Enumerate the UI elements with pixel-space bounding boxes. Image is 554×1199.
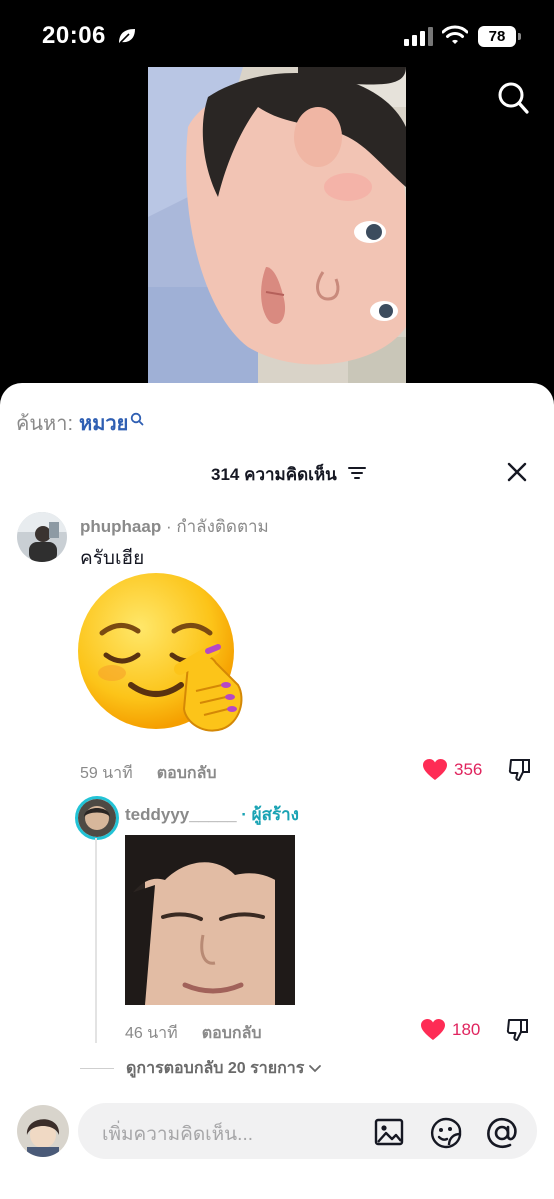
reply-time: 46 นาที bbox=[125, 1025, 178, 1042]
wifi-icon bbox=[442, 25, 468, 44]
reply-button[interactable]: ตอบกลับ bbox=[202, 1025, 262, 1042]
username-text[interactable]: phuphaap bbox=[80, 517, 161, 536]
image-icon[interactable] bbox=[374, 1117, 404, 1147]
reply-avatar[interactable] bbox=[75, 796, 119, 840]
related-search-term[interactable]: หมวย bbox=[79, 407, 128, 439]
creator-tag: · ผู้สร้าง bbox=[236, 805, 299, 824]
reply-username[interactable]: teddyyy_____ · ผู้สร้าง bbox=[125, 801, 299, 828]
avatar[interactable] bbox=[17, 512, 67, 562]
mention-icon[interactable] bbox=[486, 1117, 518, 1149]
close-icon[interactable] bbox=[506, 461, 528, 483]
filter-icon[interactable] bbox=[348, 466, 366, 480]
avatar-image bbox=[78, 799, 116, 837]
comments-sheet: ค้นหา: หมวย 314 ความคิดเห็น phuphaap · ก… bbox=[0, 383, 554, 1199]
related-search-label: ค้นหา: bbox=[16, 413, 74, 435]
comment-time: 59 นาที bbox=[80, 765, 133, 782]
comments-header: 314 ความคิดเห็น bbox=[0, 457, 554, 487]
view-replies-label[interactable]: ดูการตอบกลับ 20 รายการ bbox=[126, 1056, 304, 1081]
sticker-icon[interactable] bbox=[430, 1117, 462, 1149]
battery-indicator: 78 bbox=[478, 26, 521, 47]
comment-input-bar: เพิ่มความคิดเห็น... bbox=[0, 1095, 554, 1175]
like-count: 356 bbox=[454, 759, 483, 779]
comments-count: 314 ความคิดเห็น bbox=[211, 465, 337, 484]
thread-line bbox=[95, 838, 97, 1043]
related-search[interactable]: ค้นหา: หมวย bbox=[16, 407, 144, 439]
reply-meta: 46 นาที ตอบกลับ bbox=[125, 1021, 262, 1046]
relieved-emoji-sticker bbox=[78, 573, 243, 732]
username-text[interactable]: teddyyy_____ bbox=[125, 805, 237, 824]
leaf-icon bbox=[119, 29, 135, 44]
avatar-image bbox=[17, 512, 67, 562]
reply-button[interactable]: ตอบกลับ bbox=[157, 765, 217, 782]
like-button[interactable]: 356 bbox=[422, 758, 482, 781]
dislike-icon[interactable] bbox=[506, 1017, 530, 1043]
status-time: 20:06 bbox=[42, 22, 106, 49]
video-player[interactable] bbox=[148, 67, 406, 385]
view-replies-button[interactable]: ดูการตอบกลับ 20 รายการ bbox=[80, 1056, 322, 1081]
comment-input[interactable]: เพิ่มความคิดเห็น... bbox=[78, 1103, 537, 1159]
comment-meta: 59 นาที ตอบกลับ bbox=[80, 761, 217, 786]
divider bbox=[80, 1068, 114, 1069]
search-icon bbox=[131, 412, 144, 426]
heart-icon bbox=[421, 1019, 445, 1040]
heart-icon bbox=[423, 759, 447, 780]
my-avatar[interactable] bbox=[17, 1105, 69, 1157]
status-bar: 20:06 78 bbox=[0, 0, 554, 70]
like-count: 180 bbox=[452, 1019, 481, 1039]
search-icon[interactable] bbox=[496, 80, 530, 116]
dislike-icon[interactable] bbox=[508, 757, 532, 783]
following-tag: · กำลังติดตาม bbox=[161, 517, 269, 536]
comment-input-placeholder: เพิ่มความคิดเห็น... bbox=[102, 1124, 254, 1145]
comment-username[interactable]: phuphaap · กำลังติดตาม bbox=[80, 513, 269, 540]
avatar-image bbox=[17, 1105, 69, 1157]
like-button[interactable]: 180 bbox=[420, 1018, 480, 1041]
signal-icon bbox=[404, 27, 433, 46]
reply-photo bbox=[125, 835, 295, 1005]
chevron-down-icon bbox=[309, 1064, 322, 1072]
comment-text: ครับเฮีย bbox=[80, 548, 145, 569]
reply-image[interactable] bbox=[125, 835, 295, 1005]
video-frame-image bbox=[148, 67, 406, 385]
